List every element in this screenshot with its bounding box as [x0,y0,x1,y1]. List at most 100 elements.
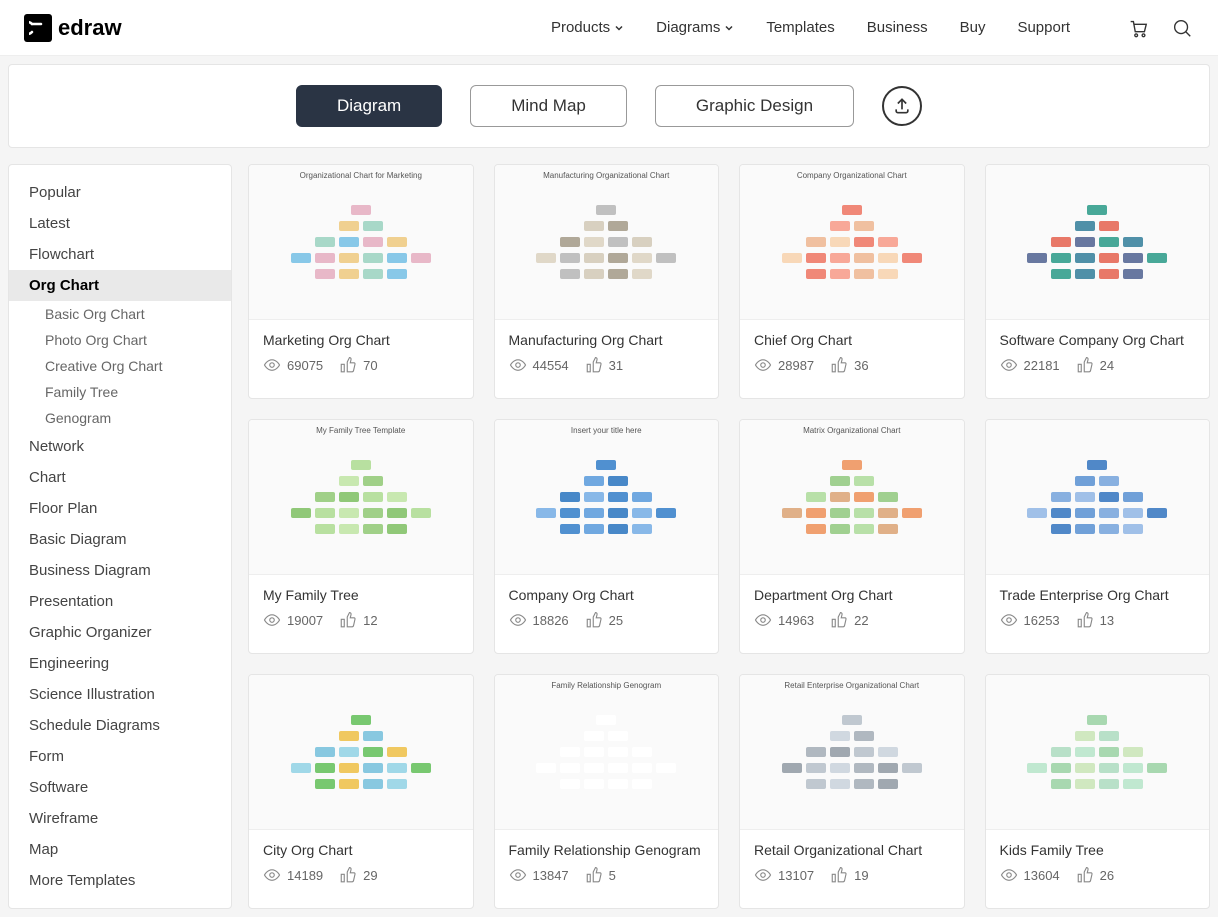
template-card[interactable]: Software Company Org Chart2218124 [985,164,1211,399]
likes-count: 36 [830,356,868,374]
sidebar-item[interactable]: Engineering [9,648,231,679]
sidebar: PopularLatestFlowchartOrg ChartBasic Org… [8,164,232,909]
template-card[interactable]: My Family Tree TemplateMy Family Tree190… [248,419,474,654]
cart-icon[interactable] [1126,16,1150,40]
template-card[interactable]: Matrix Organizational ChartDepartment Or… [739,419,965,654]
likes-count: 22 [830,611,868,629]
template-card[interactable]: Insert your title hereCompany Org Chart1… [494,419,720,654]
views-icon [509,866,527,884]
sidebar-item[interactable]: Org Chart [9,270,231,301]
sidebar-subitem[interactable]: Genogram [9,405,231,431]
template-thumbnail: Insert your title here [495,420,719,575]
template-card[interactable]: Kids Family Tree1360426 [985,674,1211,909]
template-title: Trade Enterprise Org Chart [986,575,1210,611]
likes-icon [830,356,848,374]
sidebar-subitem[interactable]: Family Tree [9,379,231,405]
nav-buy[interactable]: Buy [960,19,986,36]
sidebar-item[interactable]: More Templates [9,865,231,896]
sidebar-item[interactable]: Form [9,741,231,772]
sidebar-item[interactable]: Flowchart [9,239,231,270]
logo-text: edraw [58,15,122,41]
template-meta: 14963 22 [740,611,964,643]
template-thumbnail [249,675,473,830]
template-meta: 1418929 [249,866,473,898]
nav-products[interactable]: Products [551,19,624,36]
sidebar-item[interactable]: Presentation [9,586,231,617]
nav-business[interactable]: Business [867,19,928,36]
template-title: Company Org Chart [495,575,719,611]
sidebar-item[interactable]: Software [9,772,231,803]
likes-icon [339,611,357,629]
upload-button[interactable] [882,86,922,126]
template-title: Chief Org Chart [740,320,964,356]
nav-support[interactable]: Support [1017,19,1070,36]
main-content: PopularLatestFlowchartOrg ChartBasic Org… [0,156,1218,917]
template-thumbnail [986,420,1210,575]
template-thumbnail [986,165,1210,320]
template-card[interactable]: Retail Enterprise Organizational ChartRe… [739,674,965,909]
views-icon [754,866,772,884]
sidebar-item[interactable]: Popular [9,177,231,208]
views-icon [754,356,772,374]
views-icon [509,356,527,374]
views-count: 19007 [263,611,323,629]
template-thumbnail: Company Organizational Chart [740,165,964,320]
sidebar-item[interactable]: Latest [9,208,231,239]
likes-icon [1076,866,1094,884]
views-count: 14963 [754,611,814,629]
sidebar-item[interactable]: Business Diagram [9,555,231,586]
template-card[interactable]: Trade Enterprise Org Chart1625313 [985,419,1211,654]
template-card[interactable]: Company Organizational ChartChief Org Ch… [739,164,965,399]
sidebar-subitem[interactable]: Photo Org Chart [9,327,231,353]
template-thumbnail: Matrix Organizational Chart [740,420,964,575]
template-card[interactable]: Organizational Chart for MarketingMarket… [248,164,474,399]
template-card[interactable]: Family Relationship GenogramFamily Relat… [494,674,720,909]
nav-diagrams[interactable]: Diagrams [656,19,734,36]
template-title: Manufacturing Org Chart [495,320,719,356]
sidebar-item[interactable]: Floor Plan [9,493,231,524]
sidebar-item[interactable]: Wireframe [9,803,231,834]
sidebar-item[interactable]: Graphic Organizer [9,617,231,648]
likes-count: 29 [339,866,377,884]
tab-diagram[interactable]: Diagram [296,85,442,127]
views-count: 44554 [509,356,569,374]
template-meta: 1882625 [495,611,719,643]
sidebar-item[interactable]: Chart [9,462,231,493]
views-icon [754,611,772,629]
likes-icon [339,356,357,374]
views-count: 13604 [1000,866,1060,884]
template-card[interactable]: Manufacturing Organizational ChartManufa… [494,164,720,399]
nav-templates[interactable]: Templates [766,19,834,36]
tab-bar: Diagram Mind Map Graphic Design [8,64,1210,148]
search-icon[interactable] [1170,16,1194,40]
sidebar-item[interactable]: Schedule Diagrams [9,710,231,741]
views-icon [1000,611,1018,629]
sidebar-item[interactable]: Basic Diagram [9,524,231,555]
views-icon [1000,866,1018,884]
template-thumbnail: Retail Enterprise Organizational Chart [740,675,964,830]
template-meta: 138475 [495,866,719,898]
likes-icon [830,611,848,629]
likes-icon [1076,356,1094,374]
sidebar-item[interactable]: Science Illustration [9,679,231,710]
tab-mindmap[interactable]: Mind Map [470,85,627,127]
likes-icon [339,866,357,884]
views-count: 28987 [754,356,814,374]
logo[interactable]: edraw [24,14,122,42]
tab-graphic-design[interactable]: Graphic Design [655,85,854,127]
template-meta: 1310719 [740,866,964,898]
template-card[interactable]: City Org Chart1418929 [248,674,474,909]
sidebar-subitem[interactable]: Creative Org Chart [9,353,231,379]
sidebar-item[interactable]: Network [9,431,231,462]
likes-count: 25 [585,611,623,629]
template-title: My Family Tree [249,575,473,611]
likes-icon [585,866,603,884]
template-meta: 28987 36 [740,356,964,388]
template-title: Software Company Org Chart [986,320,1210,356]
views-count: 13847 [509,866,569,884]
sidebar-item[interactable]: Map [9,834,231,865]
views-icon [263,611,281,629]
sidebar-subitem[interactable]: Basic Org Chart [9,301,231,327]
chevron-down-icon [614,23,624,33]
template-thumbnail: Family Relationship Genogram [495,675,719,830]
